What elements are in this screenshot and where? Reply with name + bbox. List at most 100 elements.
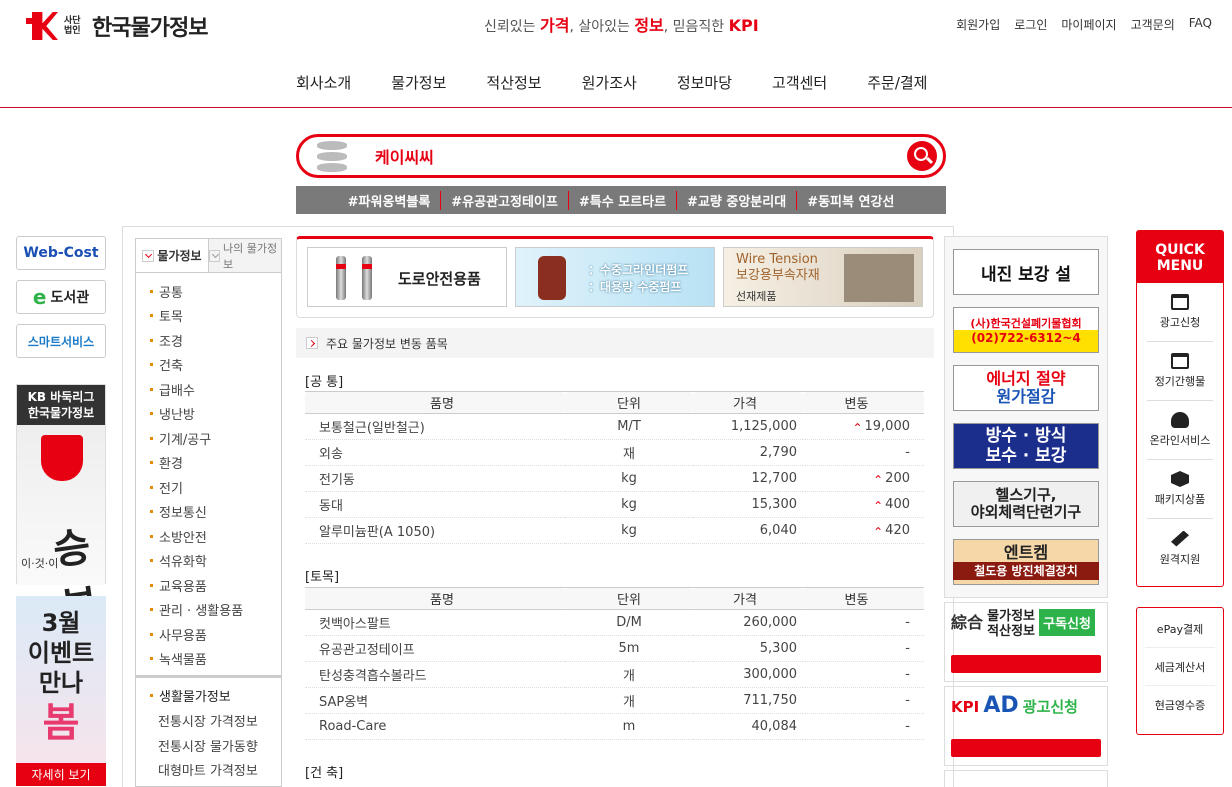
quick-online-service[interactable]: 온라인서비스: [1147, 401, 1213, 460]
table-row[interactable]: 보통철근(일반철근)M/T1,125,00019,000: [305, 413, 924, 440]
site-logo[interactable]: 사단법인 한국물가정보: [26, 10, 208, 42]
category-item[interactable]: 공통: [150, 279, 281, 304]
logo-subtitle: 사단법인: [64, 16, 81, 36]
nav-company[interactable]: 회사소개: [296, 72, 351, 93]
nav-estimate-info[interactable]: 적산정보: [486, 72, 541, 93]
nav-customer-center[interactable]: 고객센터: [772, 72, 827, 93]
ad-banner[interactable]: 에너지 절약 원가절감: [953, 365, 1099, 411]
item-unit: D/M: [565, 609, 693, 636]
tag-link[interactable]: #동피복 연강선: [796, 190, 904, 210]
tax-invoice-link[interactable]: 세금계산서: [1145, 648, 1215, 686]
category-item[interactable]: 기계/공구: [150, 426, 281, 451]
item-price: 6,040: [693, 517, 803, 544]
logo-icon: [26, 12, 58, 40]
category-item[interactable]: 관리 · 생활용품: [150, 598, 281, 623]
quick-package[interactable]: 패키지상품: [1147, 460, 1213, 519]
tag-link[interactable]: #교량 중앙분리대: [676, 190, 796, 210]
tab-my-price-info[interactable]: 나의 물가정보: [208, 239, 281, 272]
living-price-heading[interactable]: 생활물가정보: [150, 686, 281, 705]
ad-banner-partial[interactable]: [944, 770, 1108, 787]
slogan-emphasis: 가격: [539, 16, 570, 35]
table-row[interactable]: 동대kg15,300400: [305, 491, 924, 518]
category-item[interactable]: 건축: [150, 353, 281, 378]
category-item[interactable]: 사무용품: [150, 622, 281, 647]
table-row[interactable]: 컷백아스팔트 D/M 260,000-: [305, 609, 924, 636]
ad-banner[interactable]: 방수 · 방식 보수 · 보강: [953, 423, 1099, 469]
tag-link[interactable]: #특수 모르타르: [567, 190, 676, 210]
category-item[interactable]: 녹색물품: [150, 647, 281, 672]
category-item[interactable]: 전기: [150, 475, 281, 500]
living-price-item[interactable]: 전통시장 가격정보: [150, 711, 281, 736]
living-price-item[interactable]: 전통시장 물가동향: [150, 736, 281, 761]
ad-line: 방수 · 방식: [985, 426, 1067, 446]
category-item[interactable]: 냉난방: [150, 402, 281, 427]
subscribe-banner[interactable]: 綜合 물가정보 적산정보 구독신청: [944, 602, 1108, 682]
cash-receipt-link[interactable]: 현금영수증: [1145, 686, 1215, 724]
nav-cost-survey[interactable]: 원가조사: [582, 72, 637, 93]
category-item[interactable]: 소방안전: [150, 524, 281, 549]
search-button[interactable]: [907, 141, 937, 171]
ad-request-banner[interactable]: KPI AD 광고신청: [944, 686, 1108, 766]
ad-request-label: 광고신청: [1022, 698, 1078, 716]
category-item[interactable]: 급배수: [150, 377, 281, 402]
category-item[interactable]: 토목: [150, 304, 281, 329]
login-link[interactable]: 로그인: [1014, 16, 1047, 33]
mypage-link[interactable]: 마이페이지: [1061, 16, 1116, 33]
quick-periodicals[interactable]: 정기간행물: [1147, 342, 1213, 401]
table-row[interactable]: Road-Care m 40,084-: [305, 713, 924, 740]
table-row[interactable]: 탄성충격흡수볼라드 개 300,000-: [305, 661, 924, 688]
ad-banner[interactable]: 내진 보강 설: [953, 249, 1099, 295]
kb-small-text: 이·것·이: [21, 557, 59, 570]
quick-label: 온라인서비스: [1149, 434, 1211, 447]
ad-banner[interactable]: 헬스기구, 야외체력단련기구: [953, 481, 1099, 527]
event-more-button[interactable]: 자세히 보기: [16, 763, 106, 786]
quick-remote-support[interactable]: 원격지원: [1147, 519, 1213, 578]
smart-service-button[interactable]: 스마트서비스: [16, 324, 106, 358]
quick-ad-request[interactable]: 광고신청: [1147, 283, 1213, 342]
category-item[interactable]: 석유화학: [150, 549, 281, 574]
living-price-item[interactable]: 대형마트 가격정보: [150, 760, 281, 785]
signup-link[interactable]: 회원가입: [956, 16, 1000, 33]
chevron-down-icon: [142, 249, 155, 262]
ad-banner[interactable]: 엔트켐 철도용 방진체결장치: [953, 539, 1099, 585]
nav-info-square[interactable]: 정보마당: [677, 72, 732, 93]
table-row[interactable]: SAP옹벽 개 711,750-: [305, 687, 924, 714]
tag-link[interactable]: #파워옹벽블록: [338, 191, 441, 210]
wire-tension-banner[interactable]: Wire Tension 보강용부속자재 선재제품: [723, 247, 923, 307]
item-price: 711,750: [693, 687, 803, 714]
tab-label: 물가정보: [157, 249, 202, 263]
category-item[interactable]: 환경: [150, 451, 281, 476]
spring-event-banner[interactable]: 3월 이벤트 만나 봄 자세히 보기: [16, 596, 106, 786]
pump-banner[interactable]: ：수중그라인더펌프 ：대용량 수중펌프: [515, 247, 715, 307]
price-table: 품명 단위 가격 변동 컷백아스팔트 D/M 260,000- 유공관고정테이프 5m…: [305, 587, 924, 740]
quick-label: 원격지원: [1159, 552, 1201, 566]
epay-link[interactable]: ePay결제: [1145, 610, 1215, 648]
ad-line: (02)722-6312~4: [971, 331, 1081, 345]
ad-banner[interactable]: (사)한국건설폐기물협회 (02)722-6312~4: [953, 307, 1099, 353]
item-unit: 재: [565, 439, 693, 466]
nav-order-payment[interactable]: 주문/결제: [867, 72, 927, 93]
cubes-icon: [1171, 471, 1189, 487]
inquiry-link[interactable]: 고객문의: [1131, 16, 1175, 33]
table-row[interactable]: 외송 재 2,790-: [305, 439, 924, 466]
library-button[interactable]: e 도서관: [16, 280, 106, 314]
nav-price-info[interactable]: 물가정보: [391, 72, 446, 93]
table-row[interactable]: 알루미늄판(A 1050)kg6,040420: [305, 517, 924, 544]
table-row[interactable]: 전기동kg12,700200: [305, 465, 924, 492]
tab-price-info[interactable]: 물가정보: [136, 239, 208, 272]
category-item[interactable]: 조경: [150, 328, 281, 353]
item-change: 200: [803, 465, 924, 492]
item-name: 외송: [305, 439, 565, 466]
category-item[interactable]: 정보통신: [150, 500, 281, 525]
event-line2: 이벤트: [27, 639, 95, 667]
banner-text: ：수중그라인더펌프 ：대용량 수중펌프: [588, 262, 688, 296]
category-item[interactable]: 교육용품: [150, 573, 281, 598]
tag-link[interactable]: #유공관고정테이프: [440, 190, 568, 210]
road-safety-banner[interactable]: 도로안전용품: [307, 247, 507, 307]
kb-baduk-banner[interactable]: KB 바둑리그 한국물가정보 승부다 이·것·이: [16, 384, 109, 689]
webcost-button[interactable]: Web-Cost: [16, 236, 106, 270]
search-input[interactable]: [375, 145, 855, 167]
faq-link[interactable]: FAQ: [1189, 16, 1212, 33]
price-table: 품명 단위 가격 변동 보통철근(일반철근)M/T1,125,00019,000…: [305, 391, 924, 544]
table-row[interactable]: 유공관고정테이프 5m 5,300-: [305, 635, 924, 662]
